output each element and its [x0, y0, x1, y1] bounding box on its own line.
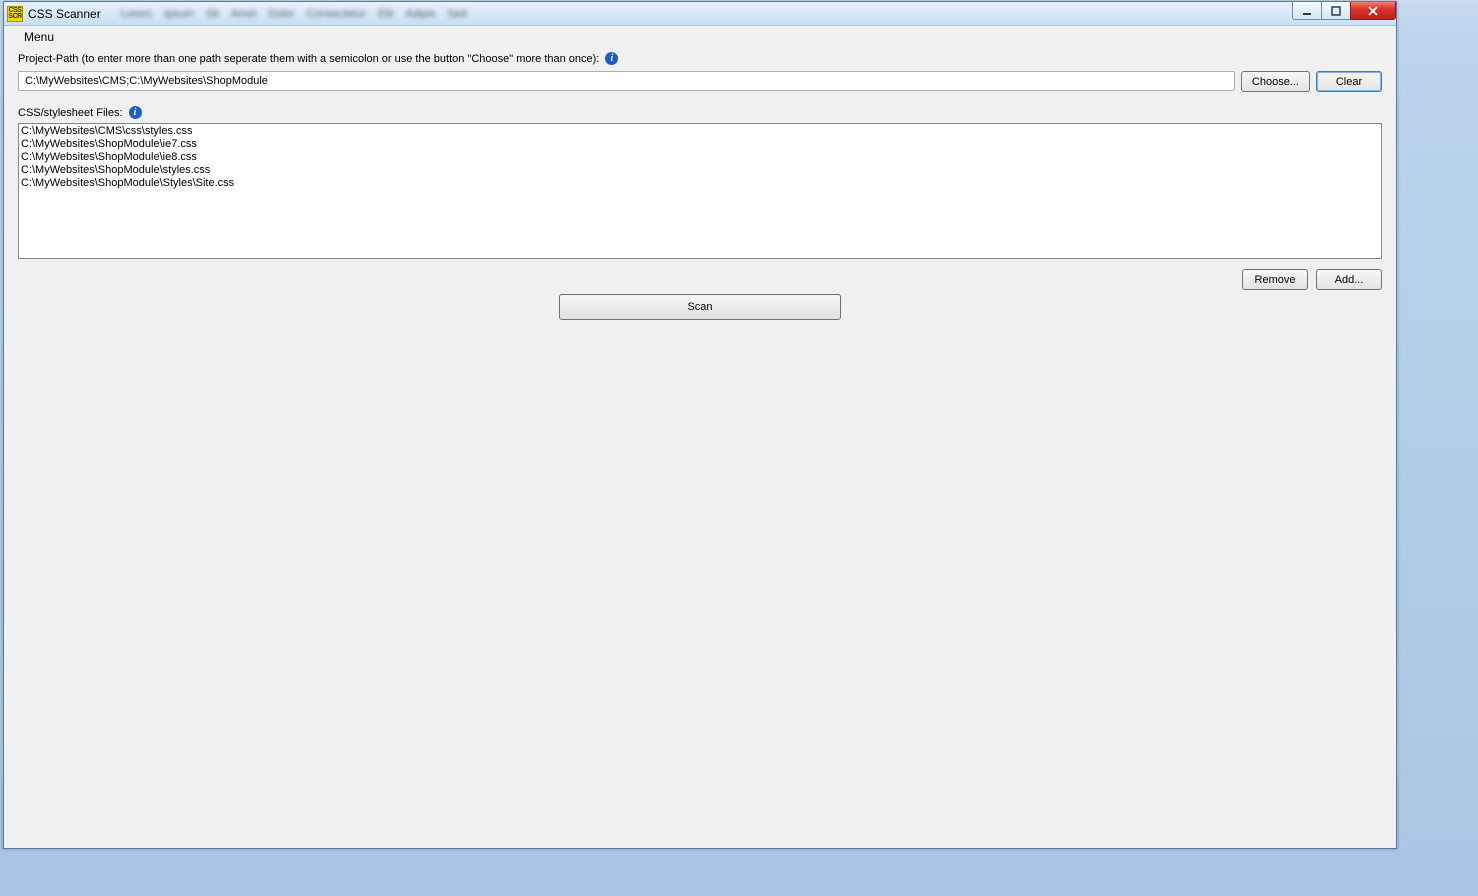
list-item[interactable]: C:\MyWebsites\ShopModule\Styles\Site.css	[21, 177, 1379, 190]
add-button[interactable]: Add...	[1316, 269, 1382, 290]
background-blurred-menu: Lorem Ipsum Sit Amet Dolor Consectetur E…	[121, 8, 467, 20]
list-item[interactable]: C:\MyWebsites\CMS\css\styles.css	[21, 125, 1379, 138]
stylesheet-label-row: CSS/stylesheet Files: i	[18, 106, 1382, 119]
stylesheet-files-list[interactable]: C:\MyWebsites\CMS\css\styles.css C:\MyWe…	[18, 123, 1382, 259]
blur-item: Elit	[378, 8, 393, 20]
project-path-row: Choose... Clear	[18, 71, 1382, 92]
blur-item: Sit	[206, 8, 219, 20]
window-controls	[1293, 2, 1396, 22]
maximize-button[interactable]	[1321, 2, 1351, 20]
project-path-input-wrap[interactable]	[18, 71, 1235, 91]
menu-item-menu[interactable]: Menu	[18, 28, 60, 46]
app-icon: CSS SCR	[7, 6, 23, 22]
close-button[interactable]	[1350, 2, 1396, 20]
minimize-icon	[1302, 6, 1312, 16]
choose-button[interactable]: Choose...	[1241, 71, 1310, 92]
stylesheet-files-label: CSS/stylesheet Files:	[18, 107, 123, 119]
info-icon[interactable]: i	[605, 52, 618, 65]
window-title: CSS Scanner	[28, 7, 101, 21]
list-buttons-row: Remove Add...	[18, 269, 1382, 290]
scan-row: Scan	[18, 294, 1382, 320]
maximize-icon	[1331, 6, 1341, 16]
menu-bar: Menu	[4, 26, 1396, 48]
project-path-label: Project-Path (to enter more than one pat…	[18, 53, 599, 65]
info-icon[interactable]: i	[129, 106, 142, 119]
list-item[interactable]: C:\MyWebsites\ShopModule\styles.css	[21, 164, 1379, 177]
clear-button[interactable]: Clear	[1316, 71, 1382, 92]
close-icon	[1368, 6, 1378, 16]
app-window: CSS SCR CSS Scanner Lorem Ipsum Sit Amet…	[3, 1, 1397, 849]
blur-item: Adipis	[405, 8, 435, 20]
blur-item: Ipsum	[164, 8, 194, 20]
minimize-button[interactable]	[1292, 2, 1322, 20]
list-item[interactable]: C:\MyWebsites\ShopModule\ie8.css	[21, 151, 1379, 164]
project-path-label-row: Project-Path (to enter more than one pat…	[18, 52, 1382, 65]
blur-item: Amet	[231, 8, 257, 20]
blur-item: Dolor	[268, 8, 294, 20]
client-area: Menu Project-Path (to enter more than on…	[4, 26, 1396, 848]
remove-button[interactable]: Remove	[1242, 269, 1308, 290]
list-item[interactable]: C:\MyWebsites\ShopModule\ie7.css	[21, 138, 1379, 151]
blur-item: Lorem	[121, 8, 152, 20]
scan-button[interactable]: Scan	[559, 294, 841, 320]
project-path-input[interactable]	[23, 74, 1230, 88]
content: Project-Path (to enter more than one pat…	[4, 52, 1396, 328]
app-icon-text-bottom: SCR	[8, 14, 21, 20]
blur-item: Consectetur	[307, 8, 366, 20]
blur-item: Sed	[447, 8, 467, 20]
titlebar[interactable]: CSS SCR CSS Scanner Lorem Ipsum Sit Amet…	[4, 2, 1396, 26]
